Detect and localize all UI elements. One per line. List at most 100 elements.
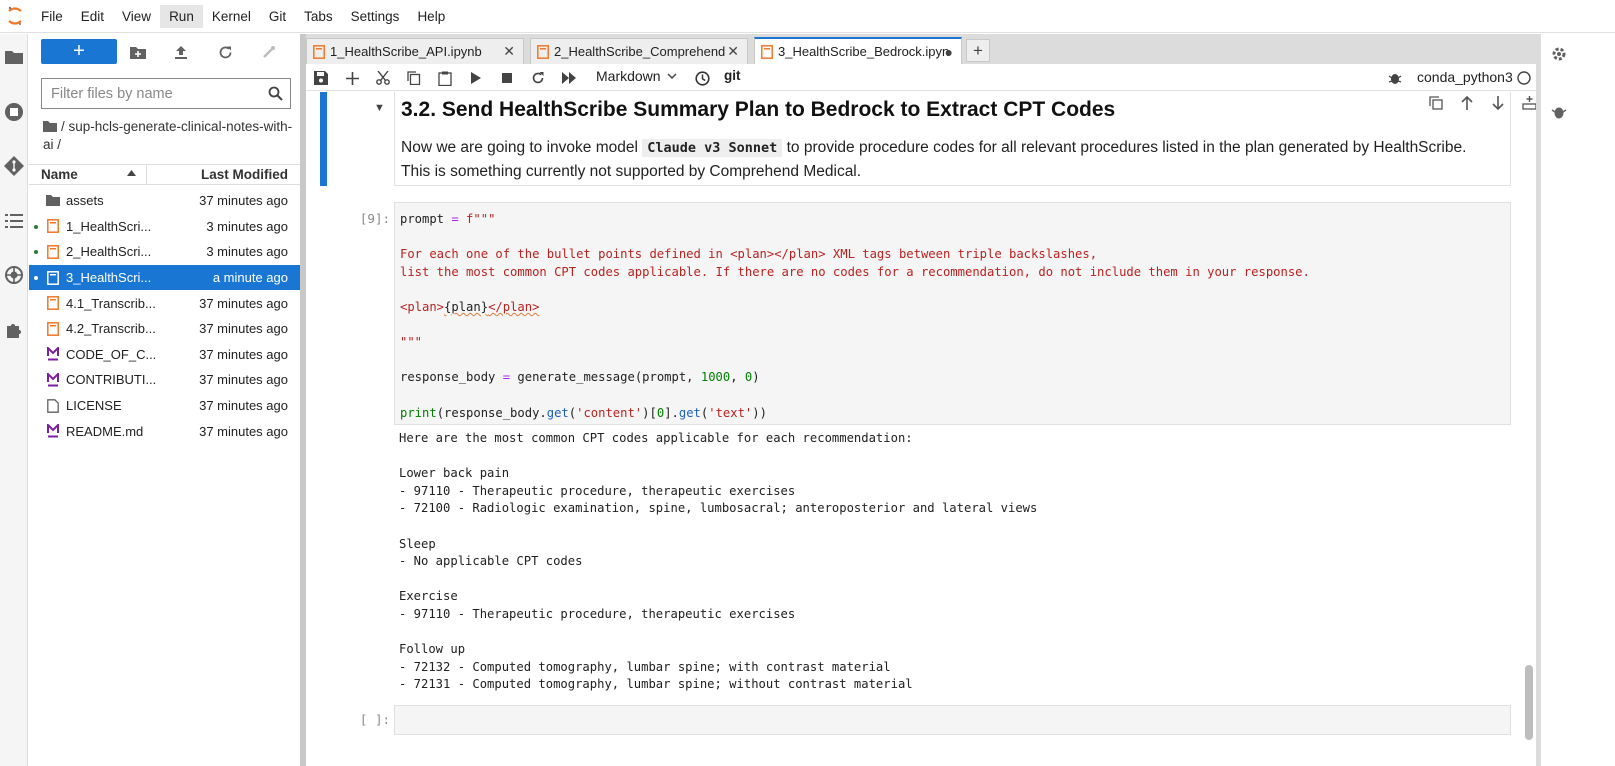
add-tab-button[interactable]: +	[966, 39, 990, 62]
refresh-icon[interactable]	[216, 43, 234, 61]
filter-files-field[interactable]	[41, 78, 291, 109]
notebook-icon	[761, 44, 773, 59]
tab-title: 3_HealthScribe_Bedrock.ipyn	[778, 44, 950, 59]
collapse-heading-caret-icon[interactable]: ▼	[374, 102, 385, 114]
file-browser: + / sup-hcls-generate-clinical-notes-wit…	[29, 34, 306, 766]
notebook-icon	[313, 44, 325, 59]
tab-title: 2_HealthScribe_Comprehend	[554, 44, 726, 59]
file-row[interactable]: CODE_OF_C... 37 minutes ago	[29, 342, 300, 368]
ai-assistant-icon[interactable]	[3, 264, 25, 286]
restart-kernel-icon[interactable]	[529, 69, 547, 87]
interrupt-kernel-icon[interactable]	[498, 69, 516, 87]
notebook-icon	[537, 44, 549, 59]
tab-notebook-3[interactable]: 3_HealthScribe_Bedrock.ipyn ●	[754, 37, 962, 64]
markdown-icon	[46, 346, 60, 362]
file-list: assets 37 minutes ago 1_HealthScri... 3 min…	[29, 188, 300, 444]
duplicate-cell-icon[interactable]	[1427, 94, 1445, 112]
column-header-name[interactable]: Name	[41, 167, 78, 182]
menu-file[interactable]: File	[32, 5, 72, 28]
file-row[interactable]: 3_HealthScri... a minute ago	[29, 264, 300, 291]
file-row[interactable]: 4.1_Transcrib... 37 minutes ago	[29, 290, 300, 316]
tab-notebook-1[interactable]: 1_HealthScribe_API.ipynb ✕	[306, 38, 524, 64]
para-text: Now we are going to invoke model	[401, 139, 643, 156]
breadcrumb[interactable]: / sup-hcls-generate-clinical-notes-with-…	[43, 118, 293, 154]
extensions-puzzle-icon[interactable]	[3, 319, 25, 341]
empty-code-cell[interactable]	[394, 705, 1511, 735]
close-tab-icon[interactable]: ✕	[503, 43, 515, 60]
move-up-icon[interactable]	[1458, 94, 1476, 112]
chevron-down-icon	[667, 73, 677, 79]
code-cell-editor[interactable]: prompt = f""" For each one of the bullet…	[394, 202, 1511, 425]
git-button[interactable]: git	[724, 68, 741, 83]
folder-icon	[43, 121, 57, 132]
cell-type-dropdown[interactable]: Markdown	[596, 68, 677, 84]
notebook-cells[interactable]: ▼ 3.2. Send HealthScribe Summary Plan to…	[306, 92, 1536, 766]
file-name: 4.2_Transcrib...	[66, 321, 156, 337]
file-row[interactable]: README.md 37 minutes ago	[29, 418, 300, 444]
git-icon[interactable]	[3, 155, 25, 177]
git-clone-icon[interactable]	[259, 43, 277, 61]
insert-above-icon[interactable]	[1520, 94, 1536, 112]
file-last-modified: 37 minutes ago	[199, 193, 288, 209]
file-row[interactable]: assets 37 minutes ago	[29, 188, 300, 214]
file-row[interactable]: 2_HealthScri... 3 minutes ago	[29, 239, 300, 265]
file-row[interactable]: LICENSE 37 minutes ago	[29, 393, 300, 419]
breadcrumb-path: / sup-hcls-generate-clinical-notes-with-…	[43, 119, 293, 152]
notebook-icon	[46, 295, 60, 311]
cut-icon[interactable]	[374, 69, 392, 87]
kernel-status-idle-icon	[1515, 69, 1533, 87]
file-row[interactable]: 1_HealthScri... 3 minutes ago	[29, 214, 300, 240]
markdown-cell[interactable]: 3.2. Send HealthScribe Summary Plan to B…	[394, 92, 1536, 186]
property-inspector-gear-icon[interactable]	[1551, 46, 1567, 62]
new-launcher-button[interactable]: +	[41, 39, 117, 64]
document-tab-bar: 1_HealthScribe_API.ipynb ✕ 2_HealthScribe_…	[306, 34, 1540, 64]
folder-icon[interactable]	[3, 46, 25, 68]
folder-icon	[46, 193, 60, 209]
restart-run-all-icon[interactable]	[560, 69, 578, 87]
clock-history-icon[interactable]	[693, 69, 711, 87]
file-row[interactable]: 4.2_Transcrib... 37 minutes ago	[29, 316, 300, 342]
markdown-heading: 3.2. Send HealthScribe Summary Plan to B…	[401, 98, 1116, 121]
debugger-icon[interactable]	[1551, 104, 1567, 120]
file-row[interactable]: CONTRIBUTI... 37 minutes ago	[29, 367, 300, 393]
paste-icon[interactable]	[436, 69, 454, 87]
sort-ascending-icon[interactable]	[127, 170, 136, 176]
kernel-name[interactable]: conda_python3	[1417, 69, 1513, 85]
menu-help[interactable]: Help	[408, 5, 454, 28]
file-name: 2_HealthScri...	[66, 244, 152, 260]
menu-edit[interactable]: Edit	[72, 5, 113, 28]
file-last-modified: a minute ago	[212, 270, 288, 286]
notebook-icon	[46, 270, 60, 286]
upload-icon[interactable]	[172, 43, 190, 61]
copy-icon[interactable]	[405, 69, 423, 87]
markdown-icon	[46, 372, 60, 388]
menu-settings[interactable]: Settings	[342, 5, 409, 28]
move-down-icon[interactable]	[1489, 94, 1507, 112]
unsaved-indicator-icon[interactable]: ●	[945, 44, 953, 60]
close-tab-icon[interactable]: ✕	[727, 43, 739, 60]
column-header-last-modified[interactable]: Last Modified	[201, 167, 288, 182]
debugger-bug-icon[interactable]	[1386, 69, 1404, 87]
active-cell-indicator	[320, 92, 327, 186]
file-last-modified: 37 minutes ago	[199, 372, 288, 388]
table-of-contents-icon[interactable]	[3, 210, 25, 232]
tab-notebook-2[interactable]: 2_HealthScribe_Comprehend ✕	[530, 38, 748, 64]
column-divider	[146, 165, 147, 184]
insert-cell-icon[interactable]	[343, 69, 361, 87]
menu-git[interactable]: Git	[260, 5, 295, 28]
notebook-icon	[46, 244, 60, 260]
file-name: README.md	[66, 423, 144, 439]
menu-kernel[interactable]: Kernel	[203, 5, 260, 28]
menu-tabs[interactable]: Tabs	[295, 5, 342, 28]
menu-view[interactable]: View	[113, 5, 160, 28]
run-cell-icon[interactable]	[467, 69, 485, 87]
code-text[interactable]: prompt = f""" For each one of the bullet…	[400, 211, 1310, 422]
file-last-modified: 37 minutes ago	[199, 423, 288, 439]
filter-files-input[interactable]	[51, 85, 256, 102]
running-sessions-icon[interactable]	[3, 101, 25, 123]
save-icon[interactable]	[312, 69, 330, 87]
menu-run[interactable]: Run	[160, 4, 203, 28]
new-folder-icon[interactable]	[129, 43, 147, 61]
markdown-paragraph: Now we are going to invoke model Claude …	[401, 136, 1496, 183]
notebook-scrollbar[interactable]	[1525, 665, 1533, 740]
